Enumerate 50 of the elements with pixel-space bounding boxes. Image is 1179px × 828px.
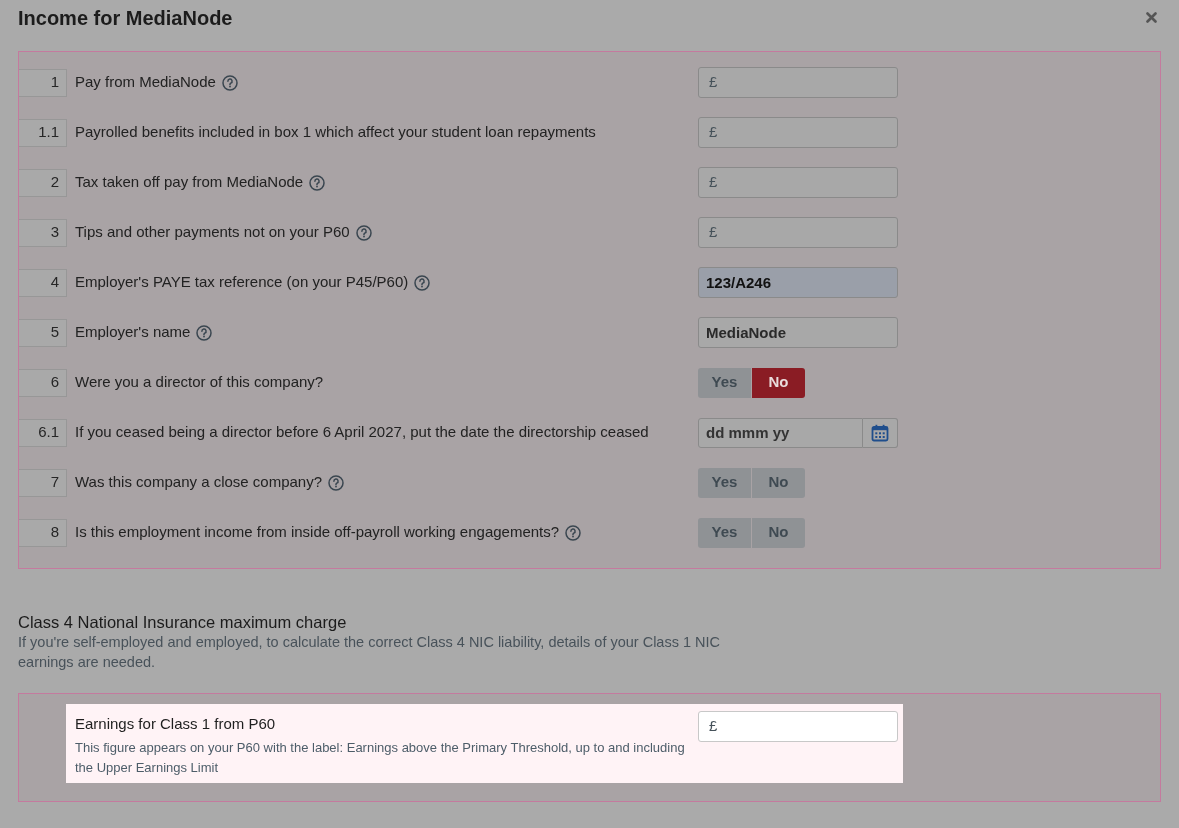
amount-field[interactable]: £ (698, 217, 898, 248)
help-icon[interactable] (196, 324, 213, 341)
calendar-button[interactable] (863, 417, 898, 448)
question-label: Were you a director of this company? (75, 372, 324, 393)
section-description: If you're self-employed and employed, to calculate the correct Class 4 NIC liability, details of your Class 1 NIC earnings are needed. (18, 633, 722, 672)
box-number: 1.1 (19, 118, 67, 147)
amount-field[interactable]: £ (698, 167, 898, 198)
choice-option[interactable]: Yes (698, 517, 751, 548)
box-number: 6.1 (19, 418, 67, 447)
calendar-icon (871, 423, 889, 442)
help-icon[interactable] (221, 74, 238, 91)
question-label: Pay from MediaNode (75, 72, 216, 93)
amount-field[interactable]: £ (698, 67, 898, 98)
close-button[interactable] (1144, 10, 1158, 25)
box-number: 1 (19, 68, 67, 97)
question-label: Tips and other payments not on your P60 (75, 222, 350, 243)
field-label: Earnings for Class 1 from P60 (75, 715, 277, 733)
choice-option[interactable]: Yes (698, 367, 751, 398)
text-field[interactable]: 123/A246 (698, 267, 898, 298)
date-field[interactable]: dd mmm yy (698, 417, 863, 448)
choice-option[interactable]: No (752, 517, 805, 548)
close-icon (1145, 12, 1157, 23)
box-number: 6 (19, 368, 67, 397)
question-label: Was this company a close company? (75, 472, 323, 493)
dialog-title: Income for MediaNode (18, 6, 233, 31)
field-hint: This figure appears on your P60 with the label: Earnings above the Primary Threshold, up to and including the Upper Earnings Limit (75, 739, 686, 777)
amount-field[interactable]: £ (698, 711, 898, 742)
box-number: 4 (19, 268, 67, 297)
box-number: 8 (19, 518, 67, 547)
question-label: Payrolled benefits included in box 1 which affect your student loan repayments (75, 122, 596, 143)
question-label: Employer's name (75, 322, 191, 343)
text-field[interactable]: MediaNode (698, 317, 898, 348)
box-number: 2 (19, 168, 67, 197)
help-icon[interactable] (309, 174, 326, 191)
help-icon[interactable] (414, 274, 431, 291)
help-icon[interactable] (328, 474, 345, 491)
section-heading: Class 4 National Insurance maximum charge (18, 612, 348, 632)
box-number: 7 (19, 468, 67, 497)
help-icon[interactable] (355, 224, 372, 241)
question-label: If you ceased being a director before 6 April 2027, put the date the directorship ceased (75, 422, 649, 443)
box-number: 3 (19, 218, 67, 247)
help-icon[interactable] (565, 524, 582, 541)
question-label: Tax taken off pay from MediaNode (75, 172, 304, 193)
choice-option[interactable]: No (752, 467, 805, 498)
amount-field[interactable]: £ (698, 117, 898, 148)
choice-option[interactable]: No (752, 367, 805, 398)
choice-option[interactable]: Yes (698, 467, 751, 498)
question-label: Employer's PAYE tax reference (on your P45/P60) (75, 272, 409, 293)
box-number: 5 (19, 318, 67, 347)
question-label: Is this employment income from inside off-payroll working engagements? (75, 522, 560, 543)
